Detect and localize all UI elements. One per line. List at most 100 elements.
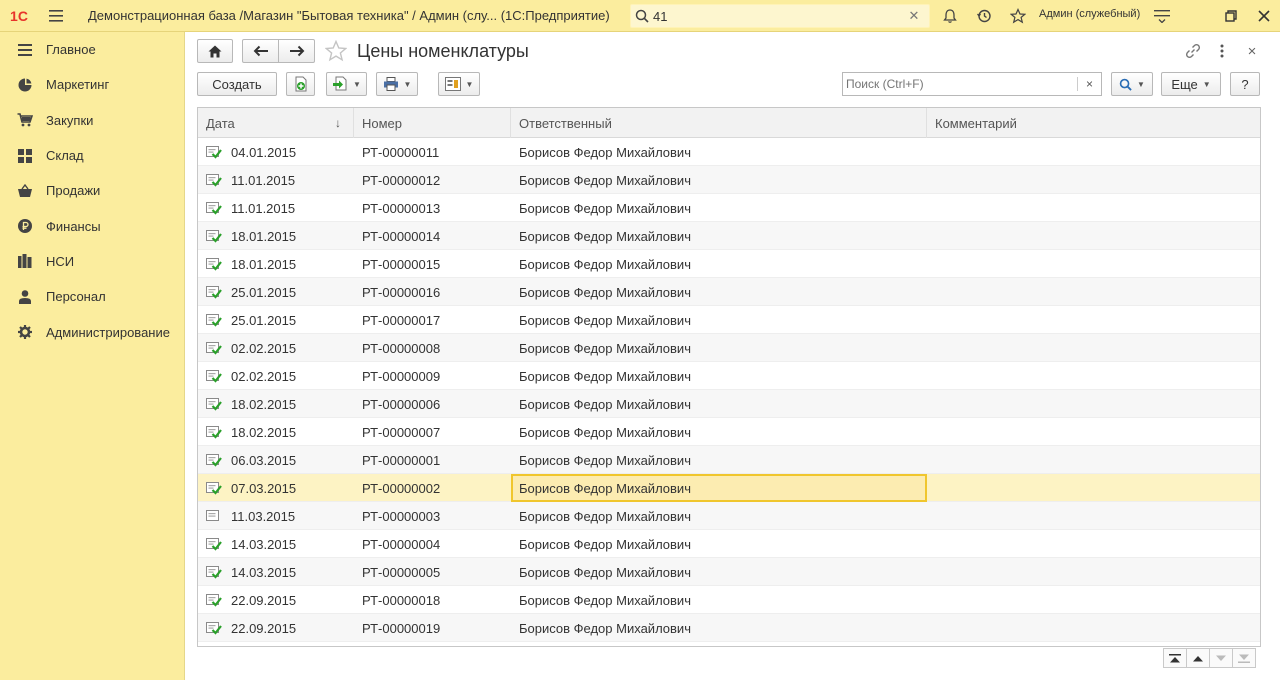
search-options-button[interactable]: ▼ <box>1111 72 1153 96</box>
column-header-responsible[interactable]: Ответственный <box>511 108 927 138</box>
window-title: Демонстрационная база /Магазин "Бытовая … <box>88 8 610 23</box>
table-row[interactable]: 18.01.2015 РТ-00000014 Борисов Федор Михай… <box>198 222 1260 250</box>
cell-responsible: Борисов Федор Михайлович <box>519 172 691 188</box>
date-text: 02.02.2015 <box>231 368 297 384</box>
table-row[interactable]: 11.01.2015 РТ-00000013 Борисов Федор Михай… <box>198 194 1260 222</box>
triangle-up-icon <box>1193 655 1203 661</box>
posted-document-icon <box>206 453 222 467</box>
sidebar-item-warehouse[interactable]: Склад <box>0 138 184 173</box>
sidebar-item-finance[interactable]: Финансы <box>0 208 184 243</box>
list-search-clear-icon[interactable]: × <box>1077 77 1101 91</box>
posted-document-icon <box>206 229 222 243</box>
table-row[interactable]: 25.01.2015 РТ-00000016 Борисов Федор Михай… <box>198 278 1260 306</box>
cell-number: РТ-00000004 <box>362 536 441 552</box>
sidebar-item-label: Финансы <box>46 218 101 234</box>
favorites-star-icon[interactable] <box>1002 0 1034 32</box>
cell-date: 11.01.2015 <box>198 194 354 222</box>
documents-table[interactable]: Дата ↓ Номер Ответственный Комментарий 0… <box>197 107 1261 647</box>
cell-date: 14.03.2015 <box>198 530 354 558</box>
new-document-icon <box>295 76 306 92</box>
sidebar-item-personnel[interactable]: Персонал <box>0 279 184 314</box>
more-vertical-icon[interactable] <box>1210 40 1234 62</box>
cell-number: РТ-00000003 <box>362 508 441 524</box>
books-icon <box>16 252 34 270</box>
table-row[interactable]: 25.01.2015 РТ-00000017 Борисов Федор Михай… <box>198 306 1260 334</box>
sidebar-item-marketing[interactable]: Маркетинг <box>0 67 184 102</box>
sidebar-item-main[interactable]: Главное <box>0 32 184 67</box>
table-row[interactable]: 02.02.2015 РТ-00000008 Борисов Федор Михай… <box>198 334 1260 362</box>
table-row[interactable]: 18.02.2015 РТ-00000006 Борисов Федор Михай… <box>198 390 1260 418</box>
cell-comment <box>927 306 1260 334</box>
sidebar-item-sales[interactable]: Продажи <box>0 173 184 208</box>
cell-number: РТ-00000009 <box>362 368 441 384</box>
cell-date: 14.03.2015 <box>198 558 354 586</box>
back-button[interactable] <box>242 39 279 63</box>
scroll-to-top-button[interactable] <box>1163 648 1187 668</box>
help-button[interactable]: ? <box>1230 72 1260 96</box>
posted-document-icon <box>206 313 222 327</box>
printer-icon <box>383 77 398 91</box>
table-row[interactable]: 11.01.2015 РТ-00000012 Борисов Федор Михай… <box>198 166 1260 194</box>
table-row[interactable]: 22.09.2015 РТ-00000018 Борисов Федор Михай… <box>198 586 1260 614</box>
gear-icon <box>16 323 34 341</box>
sidebar-item-label: Продажи <box>46 183 101 199</box>
table-row[interactable]: 14.03.2015 РТ-00000005 Борисов Федор Михай… <box>198 558 1260 586</box>
posted-document-icon <box>206 481 222 495</box>
more-actions-button[interactable]: Еще ▼ <box>1161 72 1221 96</box>
cell-comment <box>927 502 1260 530</box>
settings-lines-icon[interactable] <box>1146 0 1178 32</box>
close-window-icon[interactable] <box>1248 0 1280 32</box>
column-header-date[interactable]: Дата ↓ <box>198 108 354 138</box>
forward-button[interactable] <box>278 39 315 63</box>
column-header-number[interactable]: Номер <box>354 108 511 138</box>
cell-comment <box>927 418 1260 446</box>
sidebar-item-purchases[interactable]: Закупки <box>0 103 184 138</box>
main-menu-button[interactable] <box>38 0 74 32</box>
create-button[interactable]: Создать <box>197 72 277 96</box>
posted-document-icon <box>206 201 222 215</box>
table-row[interactable]: 22.09.2015 РТ-00000019 Борисов Федор Михай… <box>198 614 1260 642</box>
table-row[interactable]: 18.01.2015 РТ-00000015 Борисов Федор Михай… <box>198 250 1260 278</box>
column-header-comment[interactable]: Комментарий <box>927 108 1260 138</box>
create-based-on-button[interactable]: ▼ <box>326 72 367 96</box>
chevron-down-icon: ▼ <box>403 79 412 89</box>
table-row[interactable]: 18.02.2015 РТ-00000007 Борисов Федор Михай… <box>198 418 1260 446</box>
sidebar-item-administration[interactable]: Администрирование <box>0 314 184 349</box>
global-search-clear-icon[interactable]: ✕ <box>903 8 925 24</box>
print-button[interactable]: ▼ <box>376 72 418 96</box>
search-icon <box>631 9 653 23</box>
posted-document-icon <box>206 565 222 579</box>
scroll-down-button[interactable] <box>1209 648 1233 668</box>
date-text: 18.01.2015 <box>231 256 297 272</box>
copy-create-button[interactable] <box>286 72 315 96</box>
close-form-button[interactable]: × <box>1240 40 1264 62</box>
document-green-arrow-icon <box>333 76 347 91</box>
table-row[interactable]: 11.03.2015 РТ-00000003 Борисов Федор Михай… <box>198 502 1260 530</box>
reports-button[interactable]: ▼ <box>438 72 480 96</box>
table-row[interactable]: 02.02.2015 РТ-00000009 Борисов Федор Михай… <box>198 362 1260 390</box>
notifications-bell-icon[interactable] <box>934 0 966 32</box>
history-icon[interactable] <box>968 0 1000 32</box>
table-row[interactable]: 14.03.2015 РТ-00000004 Борисов Федор Михай… <box>198 530 1260 558</box>
cell-date: 18.01.2015 <box>198 222 354 250</box>
posted-document-icon <box>206 621 222 635</box>
global-search[interactable]: ✕ <box>630 4 930 28</box>
cell-date: 18.02.2015 <box>198 418 354 446</box>
list-search[interactable]: × <box>842 72 1102 96</box>
table-row[interactable]: 04.01.2015 РТ-00000011 Борисов Федор Михай… <box>198 138 1260 166</box>
table-row[interactable]: 07.03.2015 РТ-00000002 Борисов Федор Михай… <box>198 474 1260 502</box>
current-user[interactable]: Админ (служебный) <box>1039 8 1140 20</box>
table-row[interactable]: 06.03.2015 РТ-00000001 Борисов Федор Михай… <box>198 446 1260 474</box>
link-icon[interactable] <box>1181 40 1205 62</box>
scroll-to-bottom-button[interactable] <box>1232 648 1256 668</box>
cell-comment <box>927 138 1260 166</box>
home-button[interactable] <box>197 39 233 63</box>
restore-window-icon[interactable] <box>1215 0 1247 32</box>
cell-comment <box>927 530 1260 558</box>
list-search-input[interactable] <box>843 73 1077 95</box>
cell-number: РТ-00000014 <box>362 228 441 244</box>
sidebar-item-nsi[interactable]: НСИ <box>0 244 184 279</box>
scroll-up-button[interactable] <box>1186 648 1210 668</box>
global-search-input[interactable] <box>653 8 903 24</box>
add-to-favorites-star-icon[interactable] <box>323 38 349 64</box>
